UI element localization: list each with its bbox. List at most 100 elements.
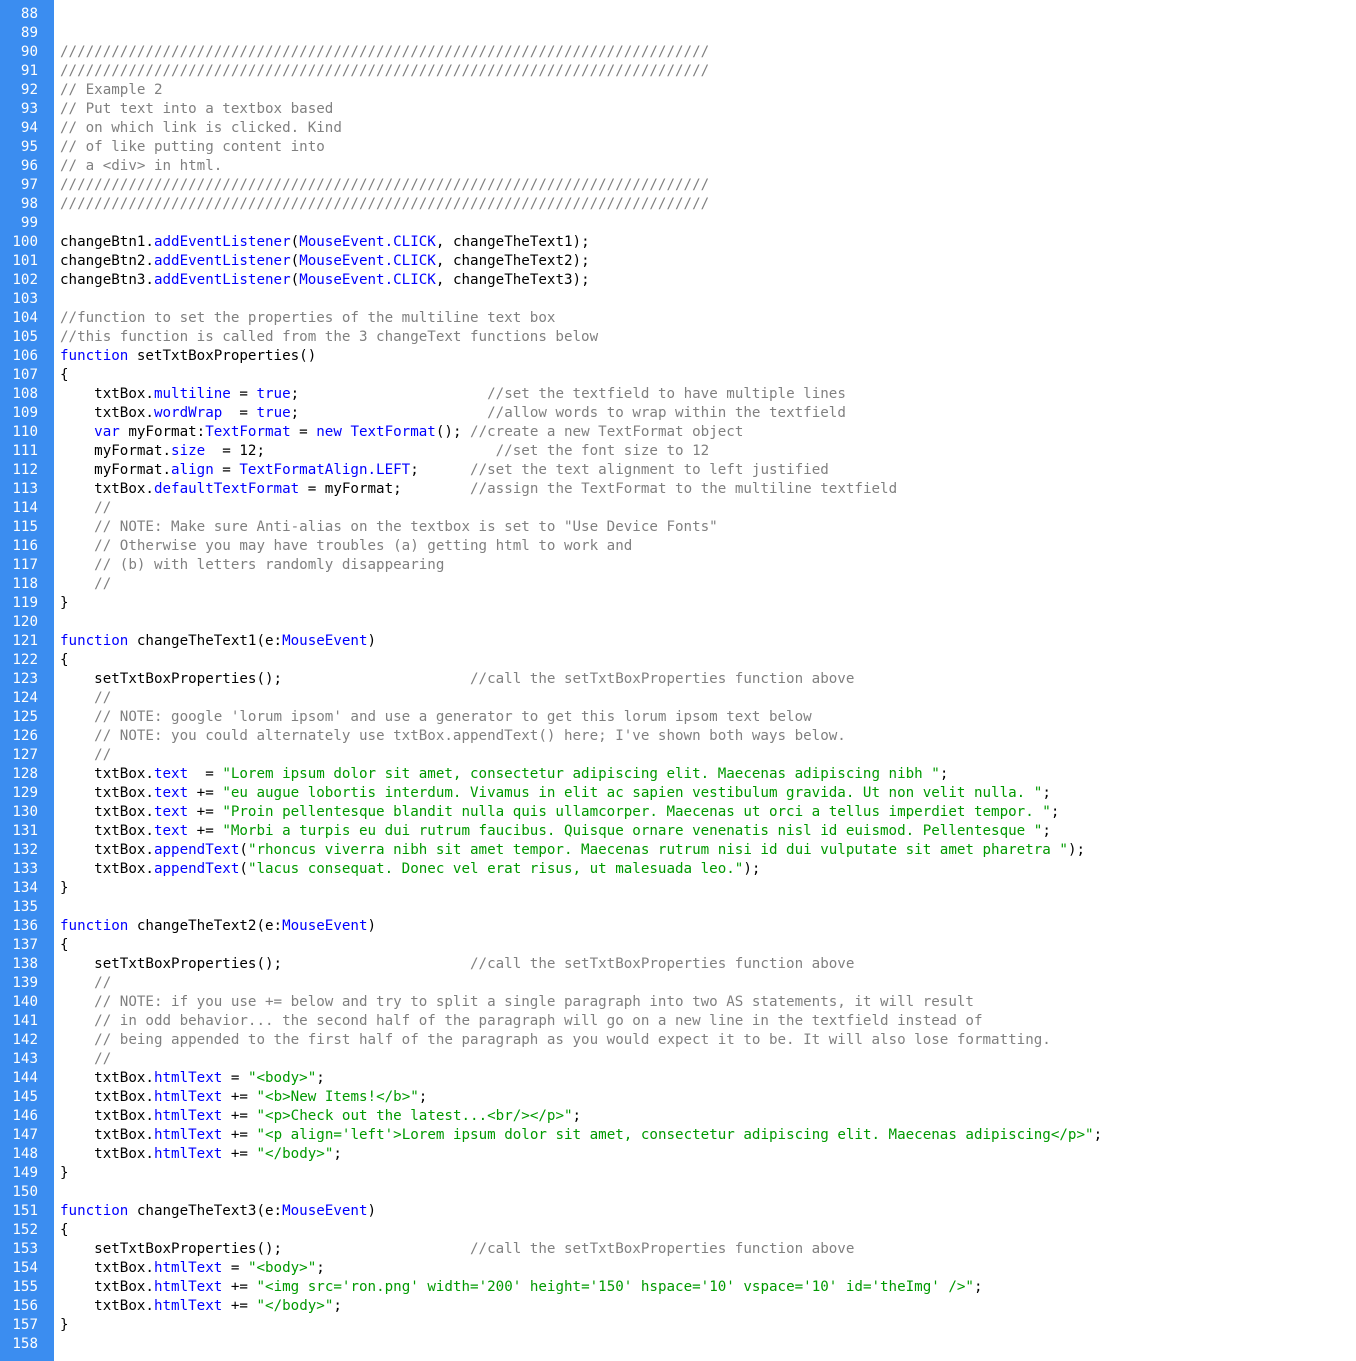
code-line[interactable]: 145 txtBox.htmlText += "<b>New Items!</b… [0,1088,1356,1107]
code-line[interactable]: 144 txtBox.htmlText = "<body>"; [0,1069,1356,1088]
code-line[interactable]: 112 myFormat.align = TextFormatAlign.LEF… [0,461,1356,480]
line-number: 154 [12,1260,38,1276]
code-line[interactable]: 125 // NOTE: google 'lorum ipsom' and us… [0,708,1356,727]
code-line[interactable]: 131 txtBox.text += "Morbi a turpis eu du… [0,822,1356,841]
code-line[interactable]: 123 setTxtBoxProperties(); //call the se… [0,670,1356,689]
code-editor[interactable]: 88 89 90 //////////////////////////////////… [0,0,1356,1361]
code-line[interactable]: 150 [0,1183,1356,1202]
code-line[interactable]: 90 //////////////////////////////////////… [0,43,1356,62]
code-line[interactable]: 126 // NOTE: you could alternately use t… [0,727,1356,746]
code-line[interactable]: 128 txtBox.text = "Lorem ipsum dolor sit… [0,765,1356,784]
code-line[interactable]: 88 [0,5,1356,24]
code-token-plain: ; [1042,823,1051,839]
code-line[interactable]: 103 [0,290,1356,309]
code-line[interactable]: 139 // [0,974,1356,993]
code-line[interactable]: 134} [0,879,1356,898]
code-line[interactable]: 124 // [0,689,1356,708]
code-line[interactable]: 118 // [0,575,1356,594]
code-line[interactable]: 153 setTxtBoxProperties(); //call the se… [0,1240,1356,1259]
line-number: 143 [12,1051,38,1067]
code-line[interactable]: 92 // Example 2 [0,81,1356,100]
code-line[interactable]: 146 txtBox.htmlText += "<p>Check out the… [0,1107,1356,1126]
code-line[interactable]: 156 txtBox.htmlText += "</body>"; [0,1297,1356,1316]
code-line[interactable]: 121 function changeTheText1(e:MouseEvent) [0,632,1356,651]
code-line[interactable]: 122 { [0,651,1356,670]
code-line[interactable]: 94 // on which link is clicked. Kind [0,119,1356,138]
code-line[interactable]: 158 [0,1335,1356,1354]
line-number: 110 [12,424,38,440]
code-line[interactable]: 143 // [0,1050,1356,1069]
code-token-plain: txtBox. [60,1127,154,1143]
code-token-comment: //assign the TextFormat to the multiline… [470,481,898,497]
code-line[interactable]: 110 var myFormat:TextFormat = new TextFo… [0,423,1356,442]
code-line[interactable]: 104 //function to set the properties of t… [0,309,1356,328]
code-token-plain: , changeTheText3); [435,272,590,288]
code-token-string: "<p>Check out the latest...<br/></p>" [256,1108,573,1124]
code-line[interactable]: 135 [0,898,1356,917]
code-line[interactable]: 154 txtBox.htmlText = "<body>"; [0,1259,1356,1278]
code-line[interactable]: 152 { [0,1221,1356,1240]
code-token-plain: changeTheText3(e: [128,1203,283,1219]
code-text: //this function is called from the 3 cha… [60,328,598,347]
code-line[interactable]: 155 txtBox.htmlText += "<img src='ron.pn… [0,1278,1356,1297]
code-line[interactable]: 95 // of like putting content into [0,138,1356,157]
code-line[interactable]: 148 txtBox.htmlText += "</body>"; [0,1145,1356,1164]
code-line[interactable]: 119} [0,594,1356,613]
code-line[interactable]: 132 txtBox.appendText("rhoncus viverra n… [0,841,1356,860]
line-number: 112 [12,462,38,478]
code-line[interactable]: 129 txtBox.text += "eu augue lobortis in… [0,784,1356,803]
code-token-plain: txtBox. [60,823,154,839]
code-line[interactable]: 157} [0,1316,1356,1335]
code-text: txtBox.defaultTextFormat = myFormat; //a… [60,480,897,499]
code-token-plain: txtBox. [60,1260,154,1276]
code-line[interactable]: 96 // a <div> in html. [0,157,1356,176]
code-line[interactable]: 130 txtBox.text += "Proin pellentesque b… [0,803,1356,822]
code-line[interactable]: 147 txtBox.htmlText += "<p align='left'>… [0,1126,1356,1145]
line-number: 119 [12,595,38,611]
code-line[interactable]: 133 txtBox.appendText("lacus consequat. … [0,860,1356,879]
code-text: txtBox.text += "Morbi a turpis eu dui ru… [60,822,1051,841]
code-line[interactable]: 115 // NOTE: Make sure Anti-alias on the… [0,518,1356,537]
code-line[interactable]: 127 // [0,746,1356,765]
code-line[interactable]: 151 function changeTheText3(e:MouseEvent) [0,1202,1356,1221]
code-token-string: "lacus consequat. Donec vel erat risus, … [247,861,744,877]
code-line[interactable]: 105 //this function is called from the 3 … [0,328,1356,347]
code-line[interactable]: 100 changeBtn1.addEventListener(MouseEven… [0,233,1356,252]
code-line[interactable]: 98 //////////////////////////////////////… [0,195,1356,214]
code-line[interactable]: 142 // being appended to the first half … [0,1031,1356,1050]
line-number: 93 [20,101,38,117]
code-line[interactable]: 102 changeBtn3.addEventListener(MouseEven… [0,271,1356,290]
code-line[interactable]: 141 // in odd behavior... the second hal… [0,1012,1356,1031]
code-line[interactable]: 107 { [0,366,1356,385]
code-line[interactable]: 111 myFormat.size = 12; //set the font s… [0,442,1356,461]
code-line[interactable]: 116 // Otherwise you may have troubles (… [0,537,1356,556]
code-line[interactable]: 109 txtBox.wordWrap = true; //allow word… [0,404,1356,423]
code-line[interactable]: 137 { [0,936,1356,955]
code-line[interactable]: 149} [0,1164,1356,1183]
code-line[interactable]: 99 [0,214,1356,233]
code-line[interactable]: 117 // (b) with letters randomly disappe… [0,556,1356,575]
line-number: 132 [12,842,38,858]
code-line[interactable]: 138 setTxtBoxProperties(); //call the se… [0,955,1356,974]
code-token-comment: //call the setTxtBoxProperties function … [470,1241,855,1257]
code-line[interactable]: 114 // [0,499,1356,518]
line-number: 90 [20,44,38,60]
code-token-comment: ////////////////////////////////////////… [60,44,710,60]
code-line[interactable]: 136 function changeTheText2(e:MouseEvent) [0,917,1356,936]
code-line[interactable]: 89 [0,24,1356,43]
code-line[interactable]: 97 //////////////////////////////////////… [0,176,1356,195]
code-line[interactable]: 120 [0,613,1356,632]
code-line[interactable]: 140 // NOTE: if you use += below and try… [0,993,1356,1012]
code-token-plain: ; [333,1298,342,1314]
code-line[interactable]: 101 changeBtn2.addEventListener(MouseEven… [0,252,1356,271]
code-line[interactable]: 91 //////////////////////////////////////… [0,62,1356,81]
code-line[interactable]: 113 txtBox.defaultTextFormat = myFormat;… [0,480,1356,499]
code-line[interactable]: 108 txtBox.multiline = true; //set the t… [0,385,1356,404]
code-line[interactable]: 106 function setTxtBoxProperties() [0,347,1356,366]
code-line[interactable]: 93 // Put text into a textbox based [0,100,1356,119]
code-text: txtBox.appendText("rhoncus viverra nibh … [60,841,1085,860]
code-token-plain: += [222,1127,257,1143]
code-token-comment: //set the text alignment to left justifi… [470,462,829,478]
code-token-ident: htmlText [153,1127,223,1143]
code-token-comment: ////////////////////////////////////////… [60,177,710,193]
